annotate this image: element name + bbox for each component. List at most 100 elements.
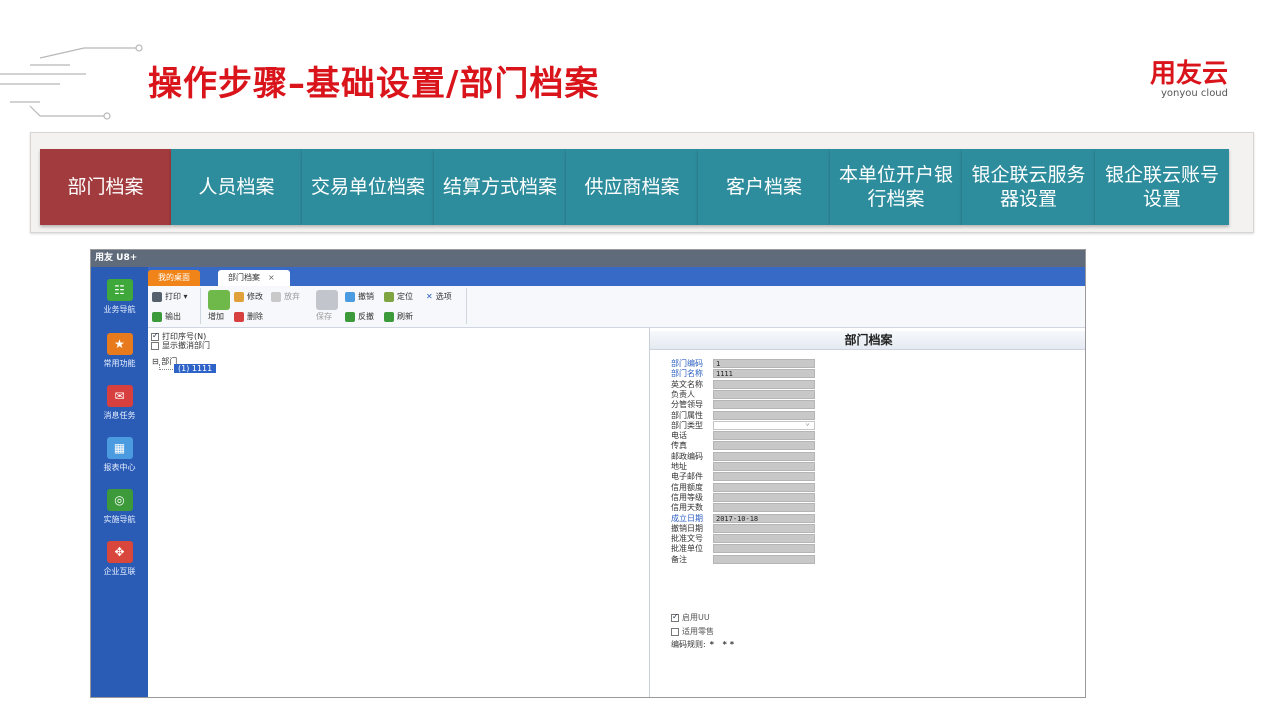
field-input[interactable] — [713, 523, 815, 533]
network-icon: ✥ — [106, 541, 133, 563]
retail-checkbox[interactable]: 适用零售 — [671, 626, 714, 637]
field-input[interactable] — [713, 534, 815, 544]
locate-button[interactable]: 定位 — [384, 291, 413, 302]
decorative-lines — [0, 44, 143, 120]
unaudit-button[interactable]: 反撤 — [345, 311, 374, 322]
form-title: 部门档案 — [650, 331, 1085, 350]
report-icon: ▦ — [106, 437, 133, 459]
code-rule: 编码规则: * ** — [671, 639, 737, 650]
field-input[interactable] — [713, 410, 815, 420]
cancel-icon — [345, 291, 355, 302]
mail-icon: ✉ — [106, 385, 133, 407]
export-button[interactable]: 输出 — [152, 311, 181, 322]
code-rule-label: 编码规则: — [671, 640, 706, 649]
field-input[interactable] — [713, 554, 815, 564]
field-input[interactable] — [713, 389, 815, 399]
field-input[interactable] — [713, 482, 815, 492]
add-button[interactable]: 增加 — [208, 311, 224, 322]
tab-settlement-method[interactable]: 结算方式档案 — [434, 149, 566, 225]
refresh-button[interactable]: 刷新 — [384, 311, 413, 322]
print-button[interactable]: 打印 ▾ — [152, 291, 188, 302]
nav-reports-label: 报表中心 — [103, 463, 136, 472]
abandon-button[interactable]: 放弃 — [271, 291, 300, 302]
field-input[interactable] — [713, 503, 815, 513]
brand-name: 用友云 — [1149, 59, 1228, 89]
options-x-icon: ✕ — [426, 292, 433, 301]
abandon-icon — [271, 291, 281, 302]
show-cancelled-label: 显示撤消部门 — [162, 341, 210, 350]
delete-label: 删除 — [247, 312, 263, 321]
field-input[interactable] — [713, 492, 815, 502]
nav-enterprise[interactable]: ✥ 企业互联 — [91, 541, 148, 577]
field-input[interactable] — [713, 472, 815, 482]
category-tab-strip: 部门档案 人员档案 交易单位档案 结算方式档案 供应商档案 客户档案 本单位开户… — [30, 132, 1254, 233]
tab-bank-account[interactable]: 本单位开户银行档案 — [830, 149, 962, 225]
star-icon: ★ — [106, 333, 133, 355]
field-input[interactable]: 1111 — [713, 369, 815, 379]
printer-icon — [152, 291, 162, 302]
field-input[interactable] — [713, 400, 815, 410]
field-input[interactable] — [713, 462, 815, 471]
field-label: 备注 — [671, 554, 687, 564]
locate-label: 定位 — [397, 292, 413, 301]
department-form-pane: 部门档案 部门编码1部门名称1111英文名称负责人分管领导部门属性部门类型电话传… — [650, 328, 1085, 697]
tree-node-selected[interactable]: (1) 1111 — [174, 364, 217, 373]
nav-messages[interactable]: ✉ 消息任务 — [91, 385, 148, 421]
delete-button[interactable]: 删除 — [234, 311, 263, 322]
tab-department[interactable]: 部门档案 — [40, 149, 171, 225]
tab-customer[interactable]: 客户档案 — [698, 149, 830, 225]
edit-button[interactable]: 修改 — [234, 291, 263, 302]
checkbox-unchecked — [151, 341, 159, 350]
nav-business-label: 业务导航 — [103, 305, 136, 314]
nav-implementation-label: 实施导航 — [103, 515, 136, 524]
abandon-label: 放弃 — [284, 292, 300, 301]
nav-business[interactable]: ☷ 业务导航 — [91, 279, 148, 315]
toolbar-separator — [200, 288, 201, 324]
business-nav-icon: ☷ — [106, 279, 133, 301]
show-cancelled-checkbox[interactable]: 显示撤消部门 — [151, 340, 210, 351]
save-button[interactable]: 保存 — [316, 311, 332, 322]
field-input[interactable] — [713, 441, 815, 451]
app-window-screenshot: 用友 U8+ ☷ 业务导航 ★ 常用功能 ✉ 消息任务 ▦ 报表中心 ◎ 实施导… — [90, 249, 1086, 698]
field-input[interactable] — [713, 379, 815, 389]
options-button[interactable]: ✕ 选项 — [426, 291, 452, 302]
tab-bank-cloud-server[interactable]: 银企联云服务器设置 — [962, 149, 1095, 225]
checkbox-checked — [671, 612, 679, 622]
field-input[interactable] — [713, 431, 815, 441]
field-input[interactable] — [713, 451, 815, 461]
tree-connector — [159, 364, 173, 370]
unaudit-label: 反撤 — [358, 312, 374, 321]
nav-common-label: 常用功能 — [103, 359, 136, 368]
nav-reports[interactable]: ▦ 报表中心 — [91, 437, 148, 473]
options-label: 选项 — [435, 292, 452, 301]
tab-bank-cloud-account[interactable]: 银企联云账号设置 — [1095, 149, 1229, 225]
tab-department-archive-label: 部门档案 — [228, 273, 260, 282]
nav-common[interactable]: ★ 常用功能 — [91, 333, 148, 369]
field-select[interactable] — [713, 419, 815, 430]
tab-my-desktop[interactable]: 我的桌面 — [148, 270, 200, 286]
cancel-button[interactable]: 撤销 — [345, 291, 374, 302]
department-tree-pane: 打印序号(N) 显示撤消部门 ⊟ 部门 (1) 1111 — [148, 328, 650, 697]
locate-icon — [384, 291, 394, 302]
tab-personnel[interactable]: 人员档案 — [171, 149, 302, 225]
retail-label: 适用零售 — [682, 627, 714, 636]
app-titlebar: 用友 U8+ — [91, 250, 1085, 267]
nav-messages-label: 消息任务 — [103, 411, 136, 420]
checkbox-unchecked — [671, 627, 679, 636]
nav-enterprise-label: 企业互联 — [103, 567, 136, 576]
nav-implementation[interactable]: ◎ 实施导航 — [91, 489, 148, 525]
field-input[interactable]: 2017-10-18 — [713, 513, 815, 523]
field-input[interactable] — [713, 544, 815, 554]
enable-uu-checkbox[interactable]: 启用UU — [671, 612, 710, 623]
cancel-label: 撤销 — [358, 292, 374, 301]
brand-logo: 用友云 yonyou cloud — [1150, 60, 1228, 100]
tab-supplier[interactable]: 供应商档案 — [566, 149, 698, 225]
tab-trading-unit[interactable]: 交易单位档案 — [302, 149, 434, 225]
close-icon[interactable]: × — [268, 273, 275, 282]
refresh-label: 刷新 — [397, 312, 413, 321]
slide-title: 操作步骤–基础设置/部门档案 — [148, 64, 600, 104]
window-tabbar: 我的桌面 部门档案 × — [148, 267, 1085, 286]
field-input[interactable]: 1 — [713, 359, 815, 368]
tab-department-archive[interactable]: 部门档案 × — [218, 270, 290, 286]
toolbar: 打印 ▾ 输出 增加 修改 放弃 删除 保存 撤销 反撤 定位 刷新 ✕ 选项 — [148, 286, 1085, 328]
